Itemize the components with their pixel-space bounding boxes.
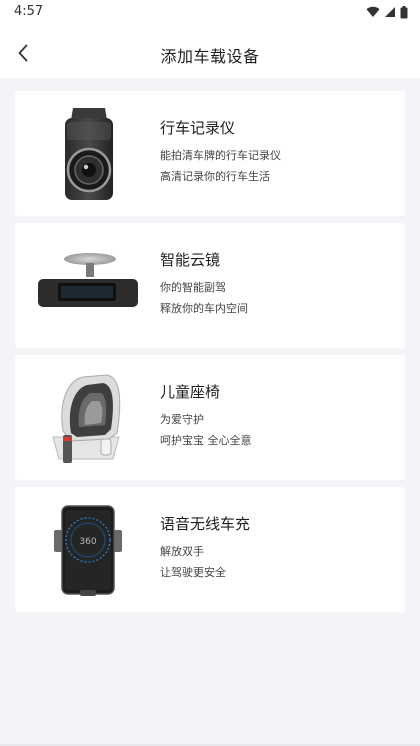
wireless-charger-image: 360 (33, 497, 143, 602)
status-bar: 4:57 (0, 0, 420, 26)
cellular-signal-icon (385, 7, 395, 17)
device-card-wireless-charger[interactable]: 360 语音无线车充 解放双手 让驾驶更安全 (15, 487, 405, 612)
status-time: 4:57 (14, 4, 44, 19)
dashcam-image (33, 101, 143, 206)
device-list: 行车记录仪 能拍清车牌的行车记录仪 高清记录你的行车生活 智能云镜 你的智能副驾… (0, 78, 420, 746)
device-subtitle: 为爱守护 (160, 413, 204, 426)
wifi-icon (366, 6, 380, 18)
child-seat-image (33, 365, 143, 470)
device-description: 呵护宝宝 全心全意 (160, 434, 252, 447)
device-card-child-seat[interactable]: 儿童座椅 为爱守护 呵护宝宝 全心全意 (15, 355, 405, 480)
device-title: 语音无线车充 (160, 515, 251, 533)
battery-icon (400, 5, 408, 18)
charger-brand-label: 360 (79, 537, 96, 547)
device-title: 行车记录仪 (160, 119, 236, 137)
device-card-dashcam[interactable]: 行车记录仪 能拍清车牌的行车记录仪 高清记录你的行车生活 (15, 91, 405, 216)
device-subtitle: 能拍清车牌的行车记录仪 (160, 149, 281, 162)
device-description: 释放你的车内空间 (160, 302, 248, 315)
device-description: 高清记录你的行车生活 (160, 170, 270, 183)
status-icons (366, 5, 408, 19)
device-subtitle: 解放双手 (160, 545, 204, 558)
device-title: 儿童座椅 (160, 383, 221, 401)
smart-mirror-image (33, 233, 143, 338)
page-title: 添加车载设备 (160, 47, 260, 66)
device-description: 让驾驶更安全 (160, 566, 226, 579)
device-card-smart-mirror[interactable]: 智能云镜 你的智能副驾 释放你的车内空间 (15, 223, 405, 348)
device-subtitle: 你的智能副驾 (160, 281, 226, 294)
nav-bar: 添加车载设备 (0, 26, 420, 78)
device-title: 智能云镜 (160, 251, 221, 269)
